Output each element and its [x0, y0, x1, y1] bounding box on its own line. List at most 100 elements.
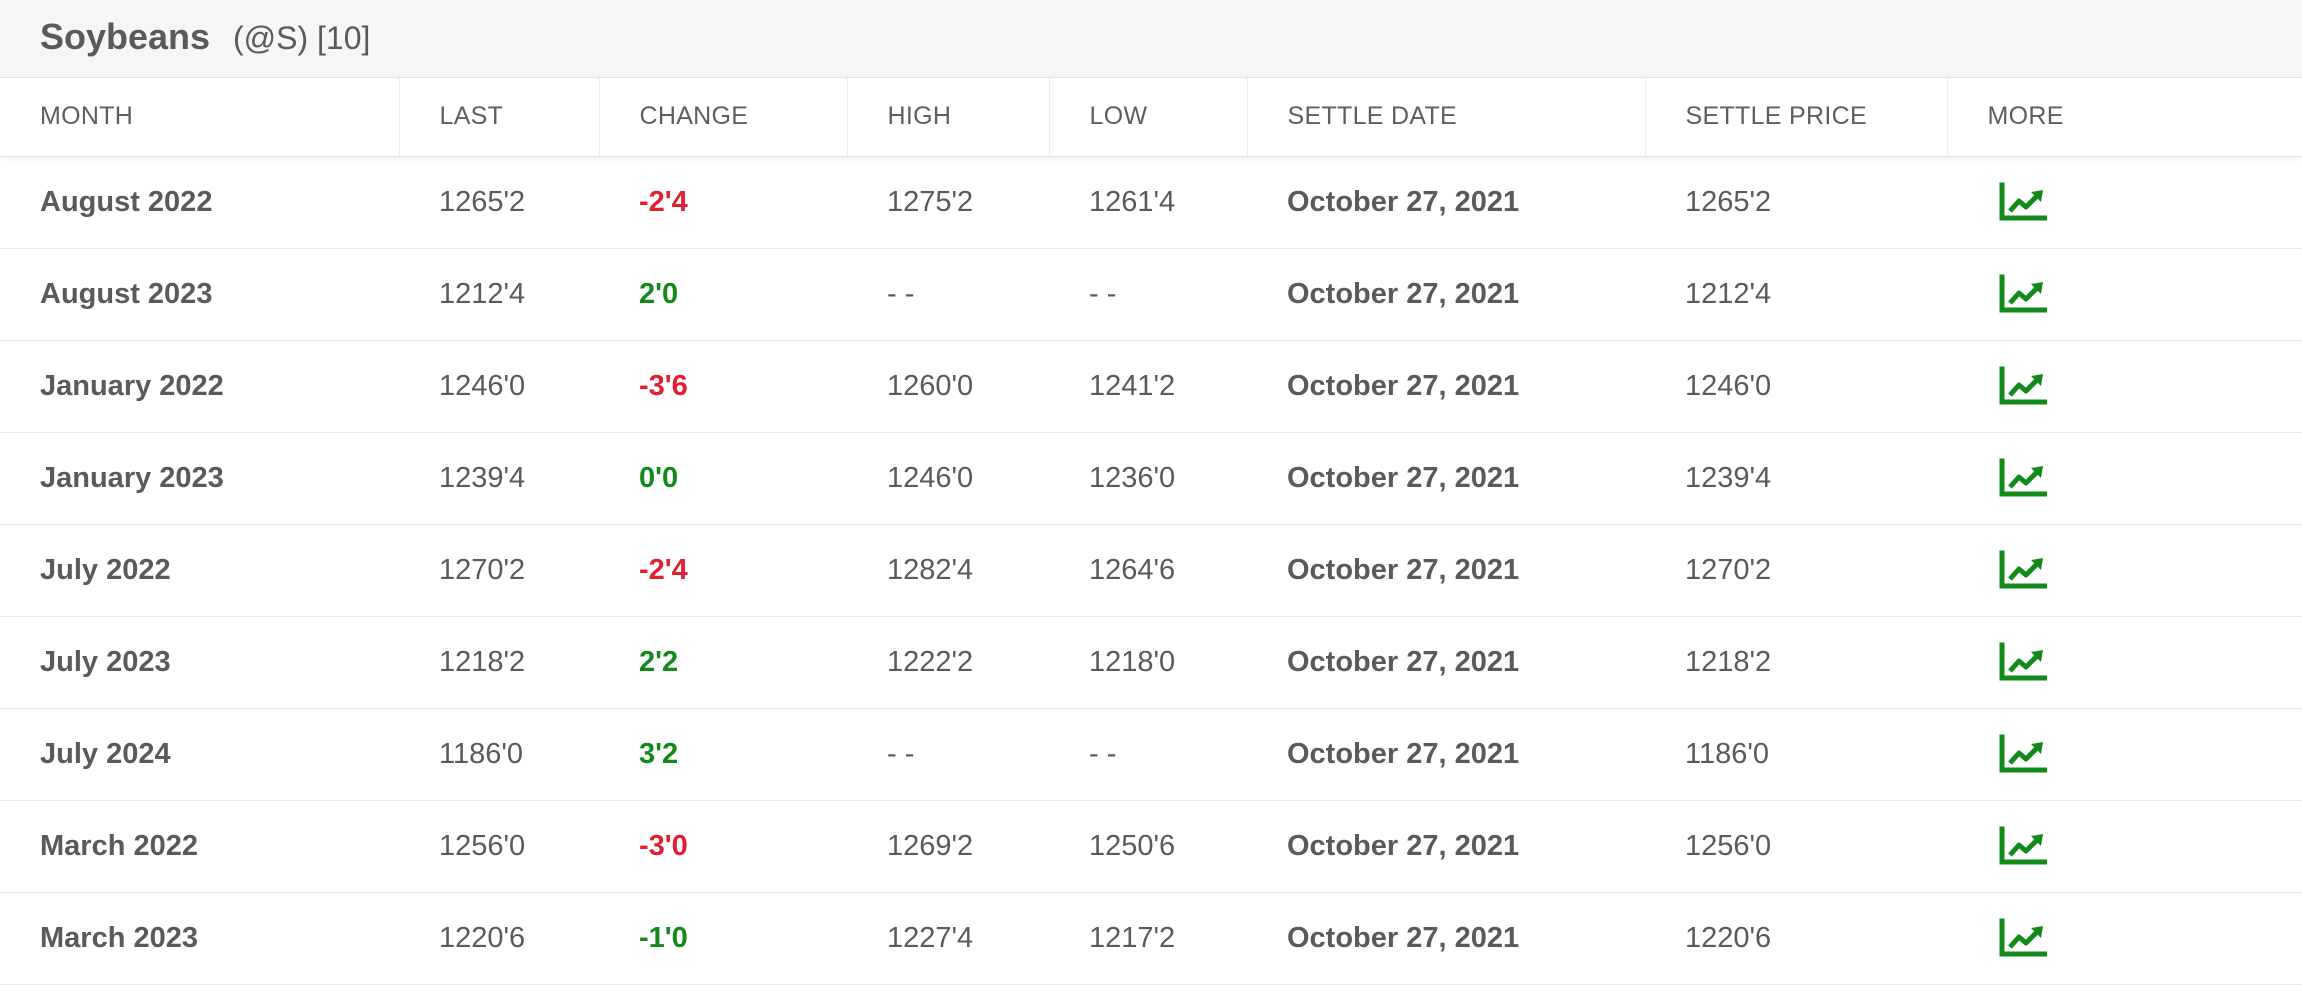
chart-line-icon[interactable]: [1999, 366, 2047, 406]
column-header-last[interactable]: LAST: [399, 78, 600, 157]
last-cell: 1212'4: [399, 248, 599, 341]
more-cell: [1947, 156, 2302, 249]
chart-line-icon[interactable]: [1999, 458, 2047, 498]
last-cell: 1239'4: [399, 432, 599, 525]
column-header-settle-date[interactable]: SETTLE DATE: [1247, 78, 1646, 157]
column-header-settle-price[interactable]: SETTLE PRICE: [1645, 78, 1948, 157]
more-cell: [1947, 524, 2302, 617]
table-row: July 2022 1270'2 -2'4 1282'4 1264'6 Octo…: [0, 524, 2302, 617]
last-cell: 1270'2: [399, 524, 599, 617]
last-cell: 1246'0: [399, 340, 599, 433]
low-cell: 1241'2: [1049, 340, 1247, 433]
more-cell: [1947, 616, 2302, 709]
month-cell: July 2023: [0, 616, 399, 709]
last-cell: 1265'2: [399, 156, 599, 249]
table-body: August 2022 1265'2 -2'4 1275'2 1261'4 Oc…: [0, 156, 2302, 985]
month-cell: July 2024: [0, 708, 399, 801]
page-title: Soybeans: [40, 16, 211, 57]
quotes-table: MONTH LAST CHANGE HIGH LOW SETTLE DATE S…: [0, 78, 2302, 985]
high-cell: 1260'0: [847, 340, 1049, 433]
table-row: July 2024 1186'0 3'2 - - - - October 27,…: [0, 708, 2302, 801]
high-cell: 1227'4: [847, 892, 1049, 985]
low-cell: 1261'4: [1049, 156, 1247, 249]
month-cell: January 2023: [0, 432, 399, 525]
table-row: August 2022 1265'2 -2'4 1275'2 1261'4 Oc…: [0, 156, 2302, 249]
chart-line-icon[interactable]: [1999, 826, 2047, 866]
table-row: August 2023 1212'4 2'0 - - - - October 2…: [0, 248, 2302, 341]
change-cell: -2'4: [599, 524, 847, 617]
column-header-high[interactable]: HIGH: [847, 78, 1050, 157]
table-header-row: MONTH LAST CHANGE HIGH LOW SETTLE DATE S…: [0, 78, 2302, 157]
low-cell: - -: [1049, 708, 1247, 801]
column-header-month[interactable]: MONTH: [0, 78, 400, 157]
more-cell: [1947, 892, 2302, 985]
settle-price-cell: 1239'4: [1645, 432, 1947, 525]
page-subtitle: (@S) [10]: [233, 20, 371, 56]
change-cell: 2'2: [599, 616, 847, 709]
high-cell: 1269'2: [847, 800, 1049, 893]
last-cell: 1186'0: [399, 708, 599, 801]
column-header-low[interactable]: LOW: [1049, 78, 1248, 157]
last-cell: 1218'2: [399, 616, 599, 709]
high-cell: 1282'4: [847, 524, 1049, 617]
high-cell: - -: [847, 708, 1049, 801]
low-cell: 1250'6: [1049, 800, 1247, 893]
chart-line-icon[interactable]: [1999, 550, 2047, 590]
table-row: March 2022 1256'0 -3'0 1269'2 1250'6 Oct…: [0, 800, 2302, 893]
chart-line-icon[interactable]: [1999, 918, 2047, 958]
more-cell: [1947, 708, 2302, 801]
settle-date-cell: October 27, 2021: [1247, 616, 1645, 709]
column-header-change[interactable]: CHANGE: [599, 78, 848, 157]
change-cell: 3'2: [599, 708, 847, 801]
table-row: January 2023 1239'4 0'0 1246'0 1236'0 Oc…: [0, 432, 2302, 525]
change-cell: 2'0: [599, 248, 847, 341]
settle-price-cell: 1218'2: [1645, 616, 1947, 709]
settle-price-cell: 1270'2: [1645, 524, 1947, 617]
month-cell: August 2022: [0, 156, 399, 249]
settle-date-cell: October 27, 2021: [1247, 340, 1645, 433]
low-cell: 1217'2: [1049, 892, 1247, 985]
settle-date-cell: October 27, 2021: [1247, 248, 1645, 341]
high-cell: 1222'2: [847, 616, 1049, 709]
chart-line-icon[interactable]: [1999, 734, 2047, 774]
change-cell: 0'0: [599, 432, 847, 525]
change-cell: -3'0: [599, 800, 847, 893]
more-cell: [1947, 800, 2302, 893]
settle-date-cell: October 27, 2021: [1247, 708, 1645, 801]
change-cell: -3'6: [599, 340, 847, 433]
low-cell: 1236'0: [1049, 432, 1247, 525]
month-cell: July 2022: [0, 524, 399, 617]
low-cell: - -: [1049, 248, 1247, 341]
more-cell: [1947, 432, 2302, 525]
more-cell: [1947, 248, 2302, 341]
table-row: January 2022 1246'0 -3'6 1260'0 1241'2 O…: [0, 340, 2302, 433]
month-cell: March 2023: [0, 892, 399, 985]
title-bar: Soybeans (@S) [10]: [0, 0, 2302, 78]
month-cell: August 2023: [0, 248, 399, 341]
chart-line-icon[interactable]: [1999, 642, 2047, 682]
settle-date-cell: October 27, 2021: [1247, 800, 1645, 893]
high-cell: 1246'0: [847, 432, 1049, 525]
settle-date-cell: October 27, 2021: [1247, 524, 1645, 617]
change-cell: -1'0: [599, 892, 847, 985]
table-row: July 2023 1218'2 2'2 1222'2 1218'0 Octob…: [0, 616, 2302, 709]
month-cell: January 2022: [0, 340, 399, 433]
settle-price-cell: 1186'0: [1645, 708, 1947, 801]
chart-line-icon[interactable]: [1999, 274, 2047, 314]
more-cell: [1947, 340, 2302, 433]
last-cell: 1220'6: [399, 892, 599, 985]
settle-price-cell: 1220'6: [1645, 892, 1947, 985]
settle-date-cell: October 27, 2021: [1247, 156, 1645, 249]
settle-date-cell: October 27, 2021: [1247, 892, 1645, 985]
change-cell: -2'4: [599, 156, 847, 249]
high-cell: 1275'2: [847, 156, 1049, 249]
last-cell: 1256'0: [399, 800, 599, 893]
table-row: March 2023 1220'6 -1'0 1227'4 1217'2 Oct…: [0, 892, 2302, 985]
month-cell: March 2022: [0, 800, 399, 893]
low-cell: 1264'6: [1049, 524, 1247, 617]
settle-price-cell: 1246'0: [1645, 340, 1947, 433]
chart-line-icon[interactable]: [1999, 182, 2047, 222]
column-header-more: MORE: [1947, 78, 2302, 157]
settle-price-cell: 1256'0: [1645, 800, 1947, 893]
settle-price-cell: 1265'2: [1645, 156, 1947, 249]
